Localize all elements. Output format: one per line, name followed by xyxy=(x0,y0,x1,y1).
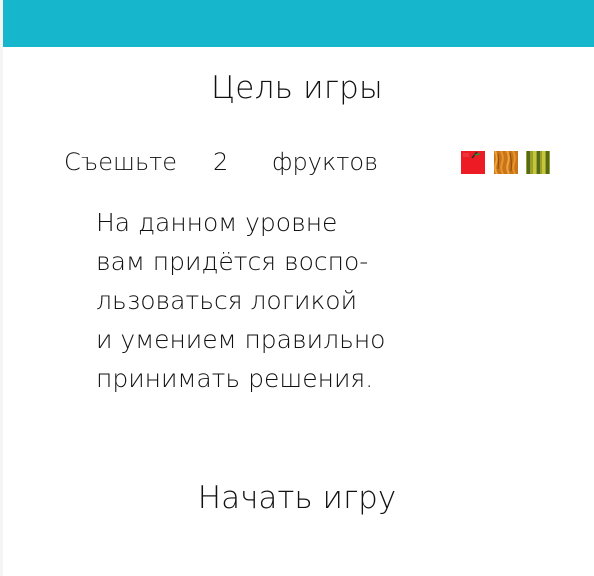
goal-verb: Съешьте xyxy=(64,148,178,176)
game-screen: Цель игры Съешьте 2 фруктов На данном ур… xyxy=(0,0,594,576)
top-bar xyxy=(3,0,594,47)
description-line: льзоваться логикой xyxy=(96,286,358,315)
melon-icon xyxy=(526,151,550,174)
start-game-button[interactable]: Начать игру xyxy=(177,470,417,526)
description-line: принимать решения. xyxy=(96,364,374,393)
goal-noun: фруктов xyxy=(272,148,379,176)
orange-icon xyxy=(494,151,518,174)
description-line: вам придётся воспо- xyxy=(96,247,369,276)
description-line: и умением правильно xyxy=(96,325,386,354)
goal-count: 2 xyxy=(213,148,229,176)
apple-icon xyxy=(461,151,485,174)
goal-title: Цель игры xyxy=(211,70,383,106)
description-line: На данном уровне xyxy=(96,208,338,237)
level-description: На данном уровне вам придётся воспо- льз… xyxy=(96,203,456,398)
